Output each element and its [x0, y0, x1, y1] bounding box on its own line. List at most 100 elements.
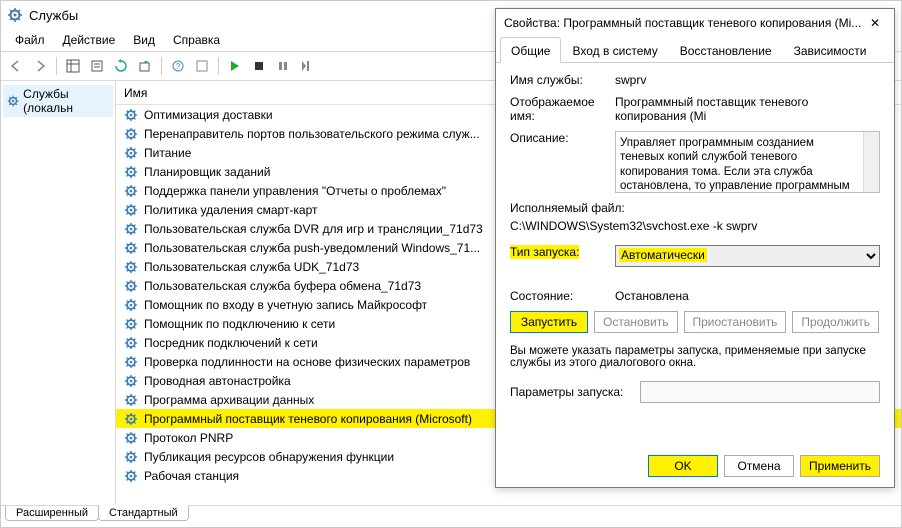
svg-text:?: ?	[176, 62, 181, 71]
properties-icon[interactable]	[86, 55, 108, 77]
service-name: Рабочая станция	[144, 469, 239, 483]
gear-icon	[124, 203, 138, 217]
gear-icon	[124, 184, 138, 198]
service-name: Программа архивации данных	[144, 393, 314, 407]
service-name: Посредник подключений к сети	[144, 336, 318, 350]
toolbar-sep	[56, 57, 57, 75]
cancel-button[interactable]: Отмена	[724, 455, 794, 477]
gear-icon	[124, 146, 138, 160]
desc-scrollbar[interactable]	[863, 132, 879, 192]
pause-button[interactable]: Приостановить	[684, 311, 787, 333]
value-display-name: Программный поставщик теневого копирован…	[615, 95, 880, 123]
dialog-tabs: Общие Вход в систему Восстановление Зави…	[496, 37, 894, 63]
bottom-tabs: Расширенный Стандартный	[1, 505, 901, 525]
properties-dialog: Свойства: Программный поставщик теневого…	[495, 8, 895, 488]
gear-icon	[124, 355, 138, 369]
start-icon[interactable]	[224, 55, 246, 77]
tree-root-services[interactable]: Службы (локальн	[3, 85, 113, 117]
tab-standard[interactable]: Стандартный	[98, 505, 189, 521]
service-name: Планировщик заданий	[144, 165, 270, 179]
service-name: Политика удаления смарт-карт	[144, 203, 318, 217]
label-executable: Исполняемый файл:	[510, 201, 880, 215]
menu-file[interactable]: Файл	[7, 31, 53, 49]
details-icon[interactable]	[62, 55, 84, 77]
restart-icon[interactable]	[296, 55, 318, 77]
service-name: Протокол PNRP	[144, 431, 233, 445]
stop-icon[interactable]	[248, 55, 270, 77]
export-icon[interactable]	[134, 55, 156, 77]
gear-icon	[124, 127, 138, 141]
refresh-icon[interactable]	[110, 55, 132, 77]
tab-logon[interactable]: Вход в систему	[561, 37, 668, 63]
start-button[interactable]: Запустить	[510, 311, 588, 333]
gear-icon	[124, 165, 138, 179]
note-text: Вы можете указать параметры запуска, при…	[510, 345, 880, 369]
toolbar-sep3	[218, 57, 219, 75]
gear-icon	[124, 222, 138, 236]
menu-action[interactable]: Действие	[55, 31, 124, 49]
tree-root-label: Службы (локальн	[23, 87, 109, 115]
service-name: Проверка подлинности на основе физически…	[144, 355, 470, 369]
params-input[interactable]	[640, 381, 880, 403]
gear-icon	[124, 431, 138, 445]
gear-icon	[124, 374, 138, 388]
value-service-name: swprv	[615, 73, 880, 87]
service-name: Пользовательская служба push-уведомлений…	[144, 241, 480, 255]
gear-icon	[124, 108, 138, 122]
dialog-titlebar: Свойства: Программный поставщик теневого…	[496, 9, 894, 37]
service-name: Питание	[144, 146, 191, 160]
label-description: Описание:	[510, 131, 615, 145]
help-icon[interactable]: ?	[167, 55, 189, 77]
label-startup-type: Тип запуска:	[510, 245, 579, 259]
tree-pane: Службы (локальн	[1, 81, 116, 505]
label-display-name: Отображаемое имя:	[510, 95, 615, 123]
label-params: Параметры запуска:	[510, 385, 640, 399]
tab-recovery[interactable]: Восстановление	[669, 37, 783, 63]
label-service-name: Имя службы:	[510, 73, 615, 87]
ok-button[interactable]: OK	[648, 455, 718, 477]
label-state: Состояние:	[510, 289, 615, 303]
gear-icon	[124, 469, 138, 483]
service-name: Оптимизация доставки	[144, 108, 273, 122]
gear-icon	[124, 450, 138, 464]
gear-icon	[124, 298, 138, 312]
toolbar-sep2	[161, 57, 162, 75]
gear-icon	[124, 412, 138, 426]
service-name: Пользовательская служба буфера обмена_71…	[144, 279, 421, 293]
service-name: Программный поставщик теневого копирован…	[144, 412, 472, 426]
service-name: Пользовательская служба UDK_71d73	[144, 260, 359, 274]
dialog-title: Свойства: Программный поставщик теневого…	[504, 16, 861, 30]
service-name: Проводная автонастройка	[144, 374, 291, 388]
gear-icon	[124, 241, 138, 255]
stop-button[interactable]: Остановить	[594, 311, 678, 333]
gear-icon	[124, 336, 138, 350]
gear-icon	[124, 279, 138, 293]
pause-icon[interactable]	[272, 55, 294, 77]
service-name: Помощник по входу в учетную запись Майкр…	[144, 298, 427, 312]
back-button[interactable]	[5, 55, 27, 77]
service-name: Поддержка панели управления "Отчеты о пр…	[144, 184, 446, 198]
services-icon	[7, 7, 23, 23]
value-description: Управляет программным созданием теневых …	[615, 131, 880, 193]
service-name: Пользовательская служба DVR для игр и тр…	[144, 222, 483, 236]
window-title: Службы	[29, 8, 78, 23]
forward-button[interactable]	[29, 55, 51, 77]
menu-help[interactable]: Справка	[165, 31, 228, 49]
tab-deps[interactable]: Зависимости	[783, 37, 878, 63]
service-name: Помощник по подключению к сети	[144, 317, 335, 331]
gear-icon	[7, 94, 19, 108]
service-name: Публикация ресурсов обнаружения функции	[144, 450, 394, 464]
tab-general[interactable]: Общие	[500, 37, 561, 63]
tab-extended[interactable]: Расширенный	[5, 506, 99, 521]
value-executable: C:\WINDOWS\System32\svchost.exe -k swprv	[510, 219, 880, 233]
apply-button[interactable]: Применить	[800, 455, 880, 477]
gear-icon	[124, 317, 138, 331]
resume-button[interactable]: Продолжить	[792, 311, 879, 333]
menu-view[interactable]: Вид	[125, 31, 163, 49]
startup-type-select[interactable]	[615, 245, 880, 267]
list-icon[interactable]	[191, 55, 213, 77]
gear-icon	[124, 260, 138, 274]
close-icon[interactable]: ✕	[864, 14, 886, 32]
service-name: Перенаправитель портов пользовательского…	[144, 127, 480, 141]
gear-icon	[124, 393, 138, 407]
